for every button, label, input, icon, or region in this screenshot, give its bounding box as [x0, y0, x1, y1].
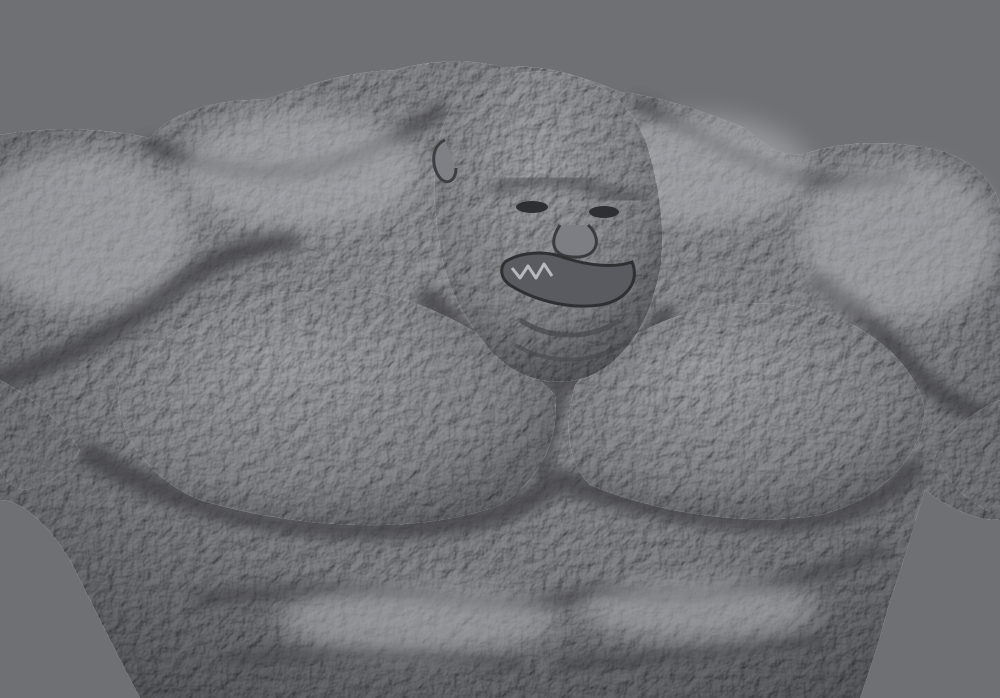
sculpt-render	[0, 0, 1000, 698]
nose	[552, 223, 598, 259]
right-eye	[589, 206, 619, 218]
left-eye	[516, 201, 548, 213]
sculpt-viewport[interactable]	[0, 0, 1000, 698]
